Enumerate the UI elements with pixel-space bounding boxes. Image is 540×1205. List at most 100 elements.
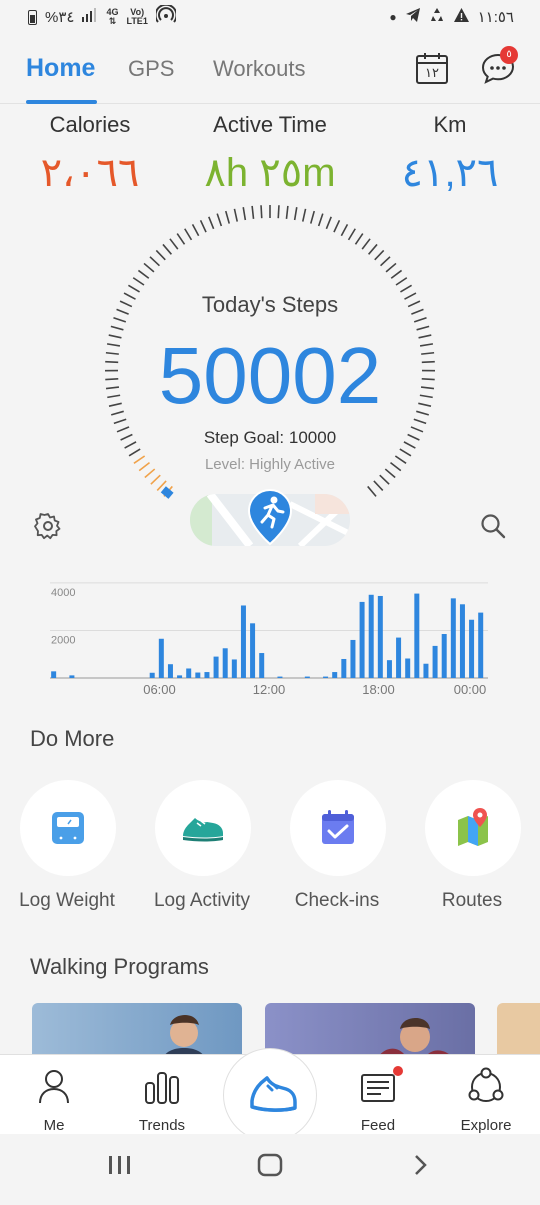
activity-level: Level: Highly Active: [0, 456, 540, 473]
chart-bar: [168, 664, 173, 678]
gauge-tick: [374, 481, 383, 490]
chart-bar: [387, 660, 392, 678]
shoe-icon: [155, 780, 251, 876]
active-time-value[interactable]: ٨h ٢٥m: [180, 150, 360, 196]
chart-bar: [396, 638, 401, 678]
recent-apps-button[interactable]: [109, 1156, 130, 1174]
nav-explore[interactable]: Explore: [441, 1065, 531, 1110]
gauge-tick: [170, 239, 178, 249]
chart-bar: [232, 659, 237, 678]
dot-icon: ●: [389, 10, 396, 24]
tab-home[interactable]: Home: [26, 54, 95, 83]
gauge-tick: [163, 244, 171, 254]
chart-bar: [277, 677, 282, 678]
calendar-button[interactable]: ١٢: [416, 52, 448, 84]
y-tick-label: 4000: [51, 587, 75, 599]
chart-bar: [378, 596, 383, 678]
nav-me[interactable]: Me: [9, 1065, 99, 1110]
network-icon: [441, 1065, 531, 1105]
chart-bar: [414, 594, 419, 678]
gauge-tick: [369, 244, 377, 254]
home-button[interactable]: [259, 1155, 281, 1175]
steps-title: Today's Steps: [0, 292, 540, 318]
gauge-tick: [278, 205, 279, 218]
chart-bar: [241, 605, 246, 678]
km-label: Km: [390, 112, 510, 138]
chart-bar: [69, 675, 74, 678]
active-tab-indicator: [26, 100, 97, 104]
chart-bar: [214, 657, 219, 678]
nav-feed[interactable]: Feed: [333, 1065, 423, 1110]
gauge-tick: [386, 263, 396, 271]
gauge-tick: [138, 270, 148, 278]
x-tick-label: 18:00: [362, 682, 395, 697]
chart-bar: [341, 659, 346, 678]
check-ins-button[interactable]: [290, 780, 386, 876]
runner-pin-icon[interactable]: [247, 488, 293, 546]
calendar-day: ١٢: [416, 65, 448, 81]
tab-workouts[interactable]: Workouts: [213, 56, 306, 82]
gauge-tick: [129, 449, 140, 456]
status-bar: %٣٤ 4G⇅ Vo)LTE1 ● ١١:٥٦: [0, 0, 540, 34]
log-activity-button[interactable]: [155, 780, 251, 876]
gauge-tick: [303, 209, 306, 222]
gauge-tick: [334, 220, 339, 232]
km-value[interactable]: ٤١,٢٦: [380, 150, 520, 196]
search-icon: [479, 512, 507, 540]
top-tab-bar: Home GPS Workouts ١٢ ٥: [0, 34, 540, 104]
messages-badge: ٥: [500, 46, 518, 64]
search-button[interactable]: [479, 512, 507, 540]
nav-activity-center-button[interactable]: [223, 1048, 317, 1142]
chart-bar: [360, 602, 365, 678]
y-tick-label: 2000: [51, 634, 75, 646]
gear-icon: [34, 512, 62, 540]
tab-gps[interactable]: GPS: [128, 56, 174, 82]
routes-button[interactable]: [425, 780, 521, 876]
nav-me-label: Me: [9, 1117, 99, 1134]
settings-button[interactable]: [34, 512, 62, 540]
chart-bar: [405, 659, 410, 678]
chart-bar: [186, 668, 191, 678]
log-weight-button[interactable]: [20, 780, 116, 876]
calories-value[interactable]: ٢،٠٦٦: [20, 150, 160, 196]
gauge-tick: [355, 234, 362, 245]
gauge-tick: [400, 449, 411, 456]
person-icon: [9, 1065, 99, 1105]
chart-bar: [433, 646, 438, 678]
gauge-tick: [156, 250, 165, 259]
steps-value[interactable]: 50002: [0, 330, 540, 422]
gauge-tick: [252, 206, 253, 219]
nav-trends-label: Trends: [117, 1117, 207, 1134]
nav-feed-label: Feed: [333, 1117, 423, 1134]
chart-bar: [150, 673, 155, 678]
x-tick-label: 12:00: [253, 682, 286, 697]
chart-bar: [478, 613, 483, 678]
chart-bar: [223, 648, 228, 678]
status-right: ● ١١:٥٦: [389, 7, 514, 27]
chart-bar: [250, 623, 255, 678]
chart-bar: [159, 639, 164, 678]
gauge-tick: [381, 257, 390, 266]
gauge-tick: [209, 217, 214, 229]
clock-time: ١١:٥٦: [478, 8, 514, 26]
nav-trends[interactable]: Trends: [117, 1065, 207, 1110]
calendar-check-icon: [290, 780, 386, 876]
gauge-tick: [414, 318, 426, 322]
chart-bar: [323, 677, 328, 678]
hotspot-icon: [156, 5, 176, 29]
gauge-tick: [185, 229, 192, 240]
bar-chart-icon: [117, 1065, 207, 1105]
gauge-tick: [261, 205, 262, 218]
chart-bar: [204, 672, 209, 678]
gauge-tick: [226, 211, 229, 224]
gauge-tick: [128, 285, 139, 292]
chart-bar: [451, 598, 456, 678]
back-button[interactable]: [416, 1156, 425, 1174]
gauge-tick: [349, 229, 356, 240]
gauge-tick: [201, 220, 206, 232]
calories-label: Calories: [30, 112, 150, 138]
battery-icon: [28, 10, 37, 25]
chart-bar: [332, 672, 337, 678]
gauge-tick: [150, 257, 159, 266]
gauge-tick: [144, 263, 154, 271]
